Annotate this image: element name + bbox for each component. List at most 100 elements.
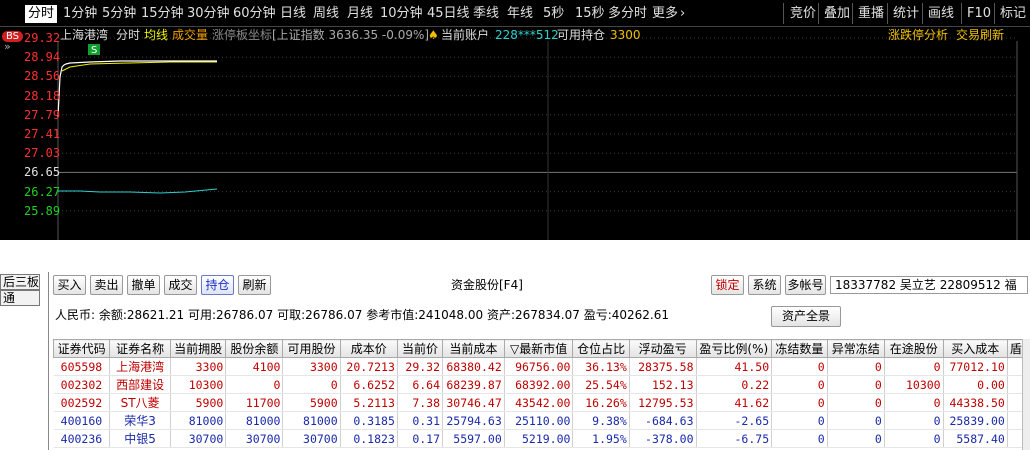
account-label: 当前账户 — [441, 28, 490, 42]
col-header[interactable]: 买入成本 — [942, 339, 1008, 358]
replay-button[interactable]: 重播 — [858, 5, 884, 23]
price-tick-label: 27.79 — [24, 107, 61, 122]
bell-icon: ♠ — [428, 28, 439, 42]
overlay-button[interactable]: 叠加 — [824, 5, 850, 23]
table-cell: 81000 — [225, 411, 284, 430]
table-cell: 0.31 — [397, 411, 444, 430]
table-cell: 96756.00 — [504, 357, 574, 376]
col-header[interactable]: 成本价 — [339, 339, 398, 358]
col-header[interactable]: 可用股份 — [282, 339, 341, 358]
table-cell: 0 — [827, 411, 885, 430]
mark-button[interactable]: 标记 — [1000, 5, 1026, 23]
table-cell: 7.38 — [397, 393, 444, 412]
table-cell: 中银5 — [109, 429, 171, 448]
limit-axis-label[interactable]: 涨停板坐标 — [212, 27, 272, 43]
positions-button[interactable]: 持仓 — [201, 275, 234, 295]
volume-label[interactable]: 成交量 — [172, 27, 208, 43]
tab-5sec[interactable]: 5秒 — [543, 5, 564, 23]
table-row[interactable]: 400160 荣华3 81000 81000 81000 0.3185 0.31 25794.… — [53, 411, 1025, 430]
available-value: 3300 — [610, 28, 641, 42]
table-row[interactable]: 002592 ST八菱 5900 11700 5900 5.2113 7.38 30746.4… — [53, 393, 1025, 412]
buy-button[interactable]: 买入 — [53, 275, 86, 295]
table-cell: 0 — [771, 429, 828, 448]
refresh-button[interactable]: 刷新 — [238, 275, 271, 295]
table-cell: -6.75 — [696, 429, 773, 448]
table-row[interactable]: 400236 中银5 30700 30700 30700 0.1823 0.17 5597.0… — [53, 429, 1025, 448]
index-ticker[interactable]: [上证指数 3636.35 -0.09%] — [272, 27, 429, 43]
intraday-chart[interactable]: S BS » 上海港湾 分时 均线 成交量 涨停板坐标 [上证指数 3636.3… — [0, 27, 1030, 240]
col-header[interactable]: 在途股份 — [883, 339, 944, 358]
tab-60min[interactable]: 60分钟 — [233, 5, 276, 23]
col-header[interactable]: 当前价 — [396, 339, 444, 358]
col-header[interactable]: 股份余额 — [225, 339, 284, 358]
tong-tab[interactable]: 通 — [0, 290, 40, 306]
table-row[interactable]: 605598 上海港湾 3300 4100 3300 20.7213 29.32 68380.… — [53, 357, 1025, 376]
col-header[interactable]: ▽最新市值 — [503, 339, 574, 358]
sell-marker[interactable]: S — [91, 43, 97, 59]
col-header[interactable]: 冻结数量 — [771, 339, 828, 358]
cancel-order-button[interactable]: 撤单 — [127, 275, 160, 295]
table-cell: 6.64 — [397, 375, 444, 394]
multi-account-button[interactable]: 多帐号 — [785, 275, 826, 295]
table-vertical-scrollbar[interactable] — [1022, 339, 1030, 450]
col-header[interactable]: 证券名称 — [109, 339, 171, 358]
system-button[interactable]: 系统 — [748, 275, 781, 295]
tab-month[interactable]: 月线 — [347, 5, 373, 23]
table-cell: 43542.00 — [504, 393, 574, 412]
more-chevron-icon[interactable]: › — [680, 5, 685, 23]
col-header[interactable]: 当前成本 — [442, 339, 505, 358]
table-cell: 5597.00 — [442, 429, 505, 448]
fills-button[interactable]: 成交 — [164, 275, 197, 295]
tab-fenshi[interactable]: 分时 — [25, 5, 58, 23]
table-row[interactable]: 002302 西部建设 10300 0 0 6.6252 6.64 68239.87 68392… — [53, 375, 1025, 394]
price-tick-label: 25.89 — [24, 203, 61, 218]
avg-line-label[interactable]: 均线 — [144, 27, 168, 43]
panel-title: 资金股份[F4] — [451, 278, 523, 292]
limit-analysis-link[interactable]: 涨跌停分析 — [888, 27, 948, 43]
auction-button[interactable]: 竞价 — [790, 5, 816, 23]
stats-button[interactable]: 统计 — [893, 5, 919, 23]
table-cell: 0 — [827, 429, 885, 448]
price-tick-label: 28.18 — [24, 88, 61, 103]
tab-45day[interactable]: 45日线 — [427, 5, 470, 23]
price-tick-label: 26.65 — [24, 165, 61, 180]
tab-more[interactable]: 更多 — [652, 5, 678, 23]
col-header[interactable]: 浮动盈亏 — [628, 339, 697, 358]
table-cell: 29.32 — [397, 357, 444, 376]
tab-15sec[interactable]: 15秒 — [575, 5, 605, 23]
tab-15min[interactable]: 15分钟 — [141, 5, 184, 23]
price-tick-label: 28.56 — [24, 69, 61, 84]
tab-week[interactable]: 周线 — [313, 5, 339, 23]
tab-year[interactable]: 年线 — [507, 5, 533, 23]
table-cell: 0 — [282, 375, 341, 394]
tab-quarter[interactable]: 季线 — [473, 5, 499, 23]
table-cell: 0 — [884, 393, 944, 412]
sell-button[interactable]: 卖出 — [90, 275, 123, 295]
col-header[interactable]: 异常冻结 — [826, 339, 885, 358]
draw-line-button[interactable]: 画线 — [928, 5, 954, 23]
tab-10min[interactable]: 10分钟 — [380, 5, 423, 23]
price-axis: 29.32 28.94 28.56 28.18 27.79 27.41 27.03 26.65… — [0, 27, 61, 240]
col-header[interactable]: 证券代码 — [53, 339, 111, 358]
account-selector[interactable]: 18337782 吴立艺 22809512 福 — [830, 276, 1028, 294]
lock-button[interactable]: 锁定 — [711, 275, 744, 295]
col-header[interactable]: 盈亏比例(%) — [695, 339, 773, 358]
col-header[interactable]: 仓位占比 — [572, 339, 630, 358]
table-cell: 400236 — [53, 429, 111, 448]
asset-overview-button[interactable]: 资产全景 — [771, 306, 841, 327]
col-header[interactable]: 当前拥股 — [169, 339, 227, 358]
tab-multi-fenshi[interactable]: 多分时 — [608, 5, 647, 23]
tab-5min[interactable]: 5分钟 — [102, 5, 136, 23]
tab-30min[interactable]: 30分钟 — [187, 5, 230, 23]
tab-1min[interactable]: 1分钟 — [63, 5, 97, 23]
table-cell: -684.63 — [629, 411, 697, 430]
table-cell: 0 — [225, 375, 284, 394]
trade-refresh-link[interactable]: 交易刷新 — [956, 27, 1004, 43]
third-board-tab[interactable]: 后三板 — [0, 274, 40, 290]
divider — [922, 3, 923, 24]
table-cell: 25794.63 — [442, 411, 505, 430]
table-cell: 605598 — [53, 357, 111, 376]
f10-button[interactable]: F10 — [967, 5, 991, 23]
price-line — [57, 60, 217, 118]
tab-day[interactable]: 日线 — [280, 5, 306, 23]
